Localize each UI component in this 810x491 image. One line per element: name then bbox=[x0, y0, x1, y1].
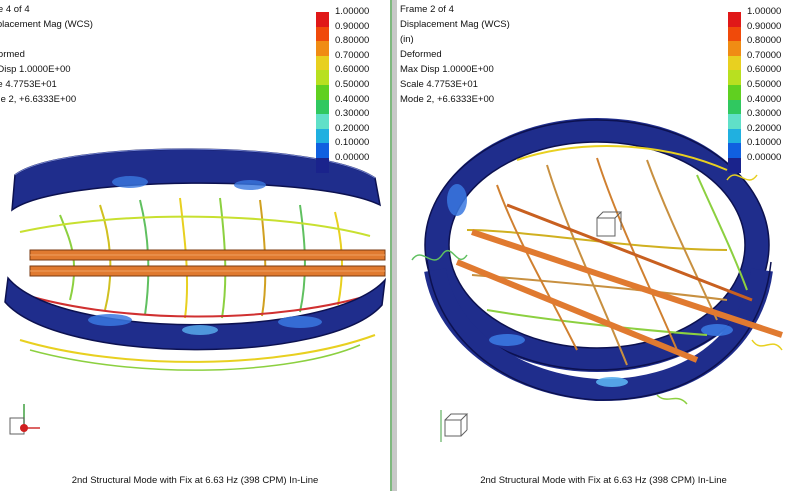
legend-swatch bbox=[728, 41, 741, 56]
legend-swatch bbox=[316, 114, 329, 129]
right-viewport[interactable]: Frame 2 of 4 Displacement Mag (WCS) (in)… bbox=[397, 0, 810, 491]
legend-value: 0.00000 bbox=[335, 151, 370, 163]
scale-label: ale 4.7753E+01 bbox=[0, 79, 57, 90]
legend-value: 0.00000 bbox=[747, 151, 782, 163]
legend-swatch bbox=[728, 99, 741, 115]
coordinate-triad-icon bbox=[440, 410, 469, 442]
legend-swatch bbox=[316, 12, 329, 27]
result-type-label: isplacement Mag (WCS) bbox=[0, 19, 93, 30]
legend-swatch bbox=[728, 114, 741, 129]
legend-swatch bbox=[728, 26, 741, 42]
legend-swatch bbox=[316, 143, 329, 158]
max-disp-label: x Disp 1.0000E+00 bbox=[0, 64, 71, 75]
legend-value: 0.50000 bbox=[335, 78, 370, 90]
legend-swatch bbox=[316, 128, 329, 144]
units-label: (in) bbox=[400, 34, 414, 45]
result-info-block: me 4 of 4 isplacement Mag (WCS) eformed … bbox=[0, 2, 93, 107]
legend-value: 0.70000 bbox=[747, 49, 782, 61]
legend-value: 0.20000 bbox=[747, 122, 782, 134]
left-viewport[interactable]: me 4 of 4 isplacement Mag (WCS) eformed … bbox=[0, 0, 390, 491]
result-type-label: Displacement Mag (WCS) bbox=[400, 19, 510, 30]
legend-swatch bbox=[728, 70, 741, 85]
frame-label: Frame 2 of 4 bbox=[400, 4, 454, 15]
legend-swatch bbox=[316, 99, 329, 115]
legend-swatch bbox=[728, 12, 741, 27]
legend-value: 0.60000 bbox=[747, 64, 782, 76]
legend-swatch bbox=[728, 128, 741, 144]
legend-swatch bbox=[728, 157, 741, 173]
legend-swatch bbox=[316, 55, 329, 71]
legend-value: 0.80000 bbox=[747, 35, 782, 47]
mode-label: ode 2, +6.6333E+00 bbox=[0, 94, 77, 105]
view-caption: 2nd Structural Mode with Fix at 6.63 Hz … bbox=[480, 475, 727, 486]
scale-label: Scale 4.7753E+01 bbox=[400, 79, 478, 90]
legend-value: 0.90000 bbox=[747, 20, 782, 32]
legend-swatch bbox=[316, 26, 329, 42]
legend-swatch bbox=[316, 41, 329, 56]
legend-value: 0.30000 bbox=[335, 108, 370, 120]
max-disp-label: Max Disp 1.0000E+00 bbox=[400, 64, 494, 75]
coordinate-triad-icon bbox=[9, 404, 40, 435]
legend-value: 0.90000 bbox=[335, 20, 370, 32]
legend-value: 0.50000 bbox=[747, 78, 782, 90]
legend-value: 0.80000 bbox=[335, 35, 370, 47]
frame-label: me 4 of 4 bbox=[0, 4, 30, 15]
legend-swatch bbox=[728, 55, 741, 71]
legend-value: 1.00000 bbox=[335, 6, 370, 17]
view-caption: 2nd Structural Mode with Fix at 6.63 Hz … bbox=[71, 475, 319, 486]
result-info-block: Frame 2 of 4 Displacement Mag (WCS) (in)… bbox=[400, 2, 510, 107]
legend-value: 1.00000 bbox=[747, 6, 782, 17]
legend-value: 0.40000 bbox=[335, 93, 370, 105]
legend-swatch bbox=[728, 84, 741, 100]
legend-swatch bbox=[316, 70, 329, 85]
legend-value: 0.30000 bbox=[747, 108, 782, 120]
pane-divider bbox=[390, 0, 392, 491]
mode-label: Mode 2, +6.6333E+00 bbox=[400, 94, 495, 105]
legend-value: 0.70000 bbox=[335, 49, 370, 61]
legend-value: 0.10000 bbox=[335, 137, 370, 149]
legend-value: 0.20000 bbox=[335, 122, 370, 134]
legend-value: 0.60000 bbox=[335, 64, 370, 76]
legend-value: 0.40000 bbox=[747, 93, 782, 105]
legend-swatch bbox=[316, 84, 329, 100]
legend-swatch bbox=[316, 157, 329, 173]
deformed-label: eformed bbox=[0, 49, 25, 60]
legend-value: 0.10000 bbox=[747, 137, 782, 149]
deformed-label: Deformed bbox=[400, 49, 442, 60]
legend-swatch bbox=[728, 143, 741, 158]
